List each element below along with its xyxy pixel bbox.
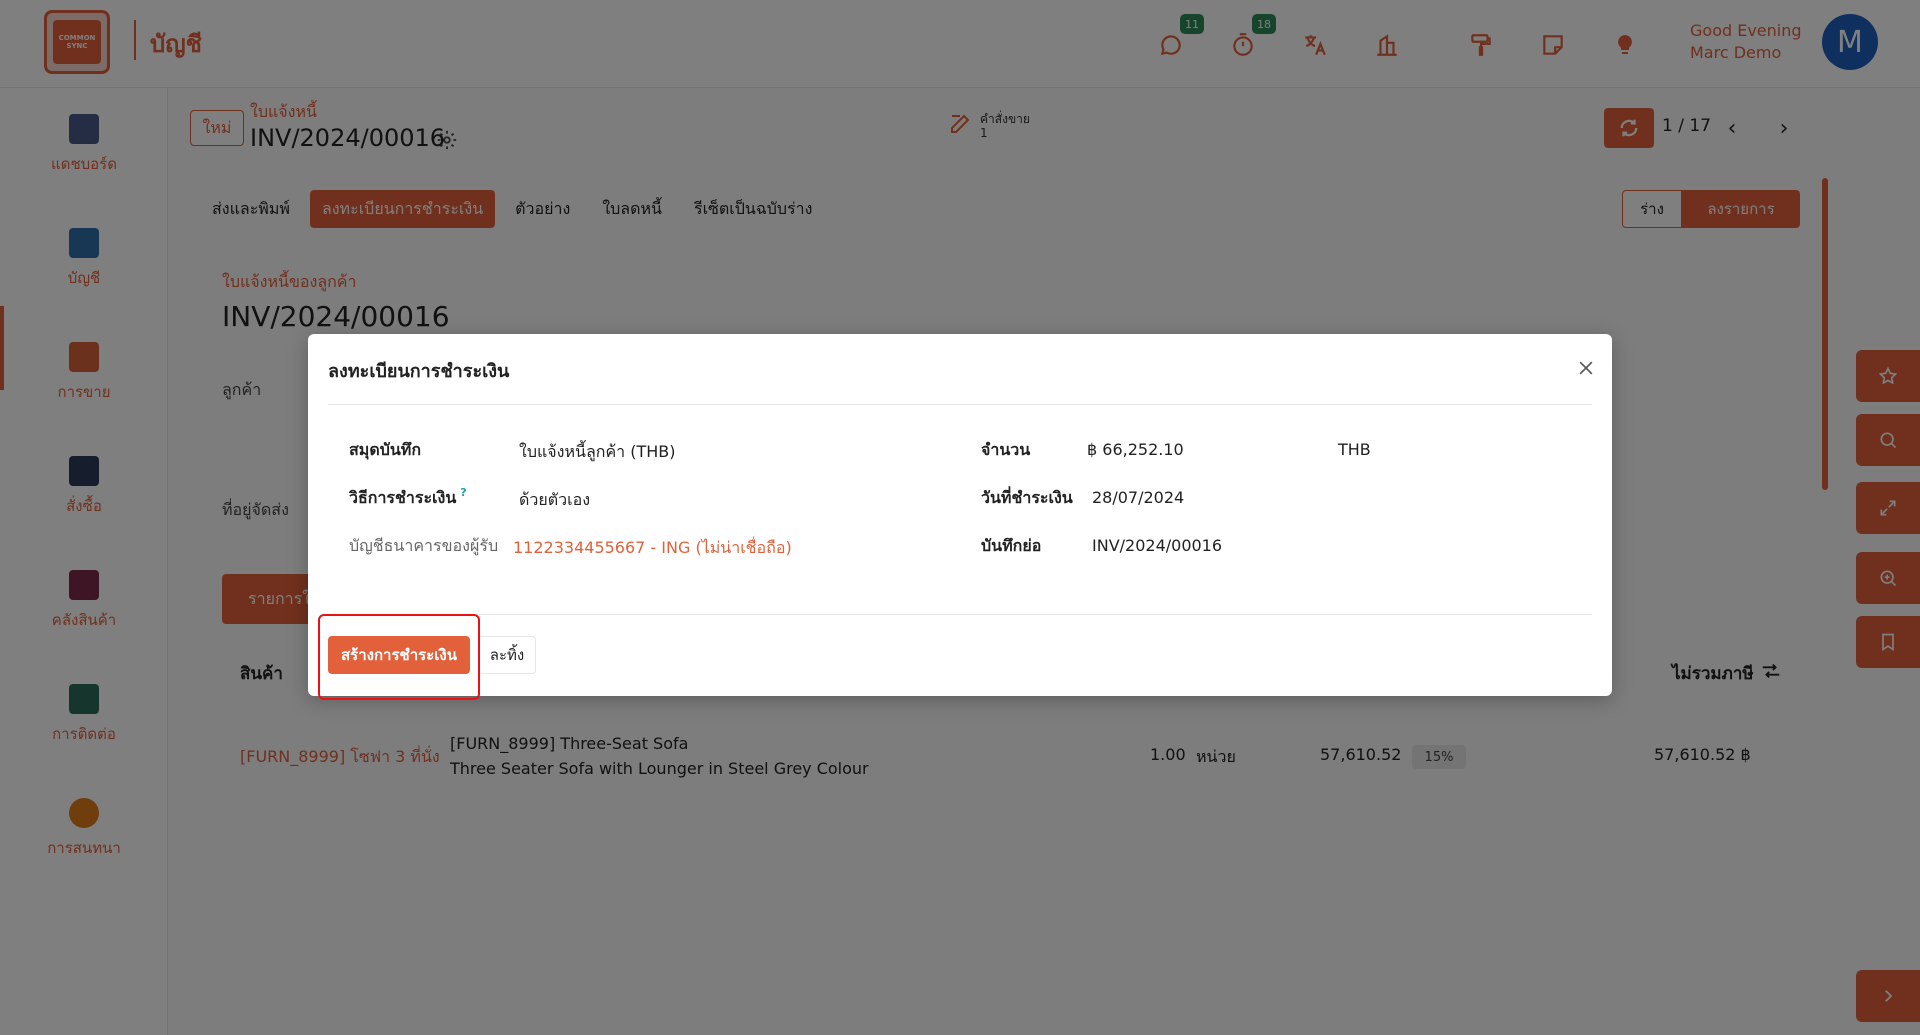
currency-field[interactable]: THB xyxy=(1338,440,1371,459)
payment-method-label: วิธีการชำระเงิน? xyxy=(349,486,467,511)
payment-date-field[interactable]: 28/07/2024 xyxy=(1092,488,1184,507)
highlight-annotation xyxy=(318,614,480,700)
amount-field[interactable]: ฿ 66,252.10 xyxy=(1087,440,1184,459)
memo-field[interactable]: INV/2024/00016 xyxy=(1092,536,1222,555)
help-icon[interactable]: ? xyxy=(460,486,466,499)
dialog-footer-divider xyxy=(328,614,1592,615)
journal-label: สมุดบันทึก xyxy=(349,440,422,459)
payment-method-field[interactable]: ด้วยตัวเอง xyxy=(519,488,590,513)
recipient-bank-field[interactable]: 1122334455667 - ING (ไม่น่าเชื่อถือ) xyxy=(513,536,792,561)
recipient-bank-label: บัญชีธนาคารของผู้รับ xyxy=(349,536,499,555)
dialog-title: ลงทะเบียนการชำระเงิน xyxy=(328,361,510,382)
payment-method-label-text: วิธีการชำระเงิน xyxy=(349,488,457,507)
journal-field[interactable]: ใบแจ้งหนี้ลูกค้า (THB) xyxy=(519,440,675,465)
amount-label: จำนวน xyxy=(981,440,1031,459)
close-icon[interactable] xyxy=(1574,356,1598,380)
register-payment-dialog: ลงทะเบียนการชำระเงิน สมุดบันทึก ใบแจ้งหน… xyxy=(308,334,1612,696)
payment-date-label: วันที่ชำระเงิน xyxy=(981,488,1073,507)
dialog-divider xyxy=(328,404,1592,405)
discard-button[interactable]: ละทิ้ง xyxy=(478,636,536,674)
memo-label: บันทึกย่อ xyxy=(981,536,1042,555)
